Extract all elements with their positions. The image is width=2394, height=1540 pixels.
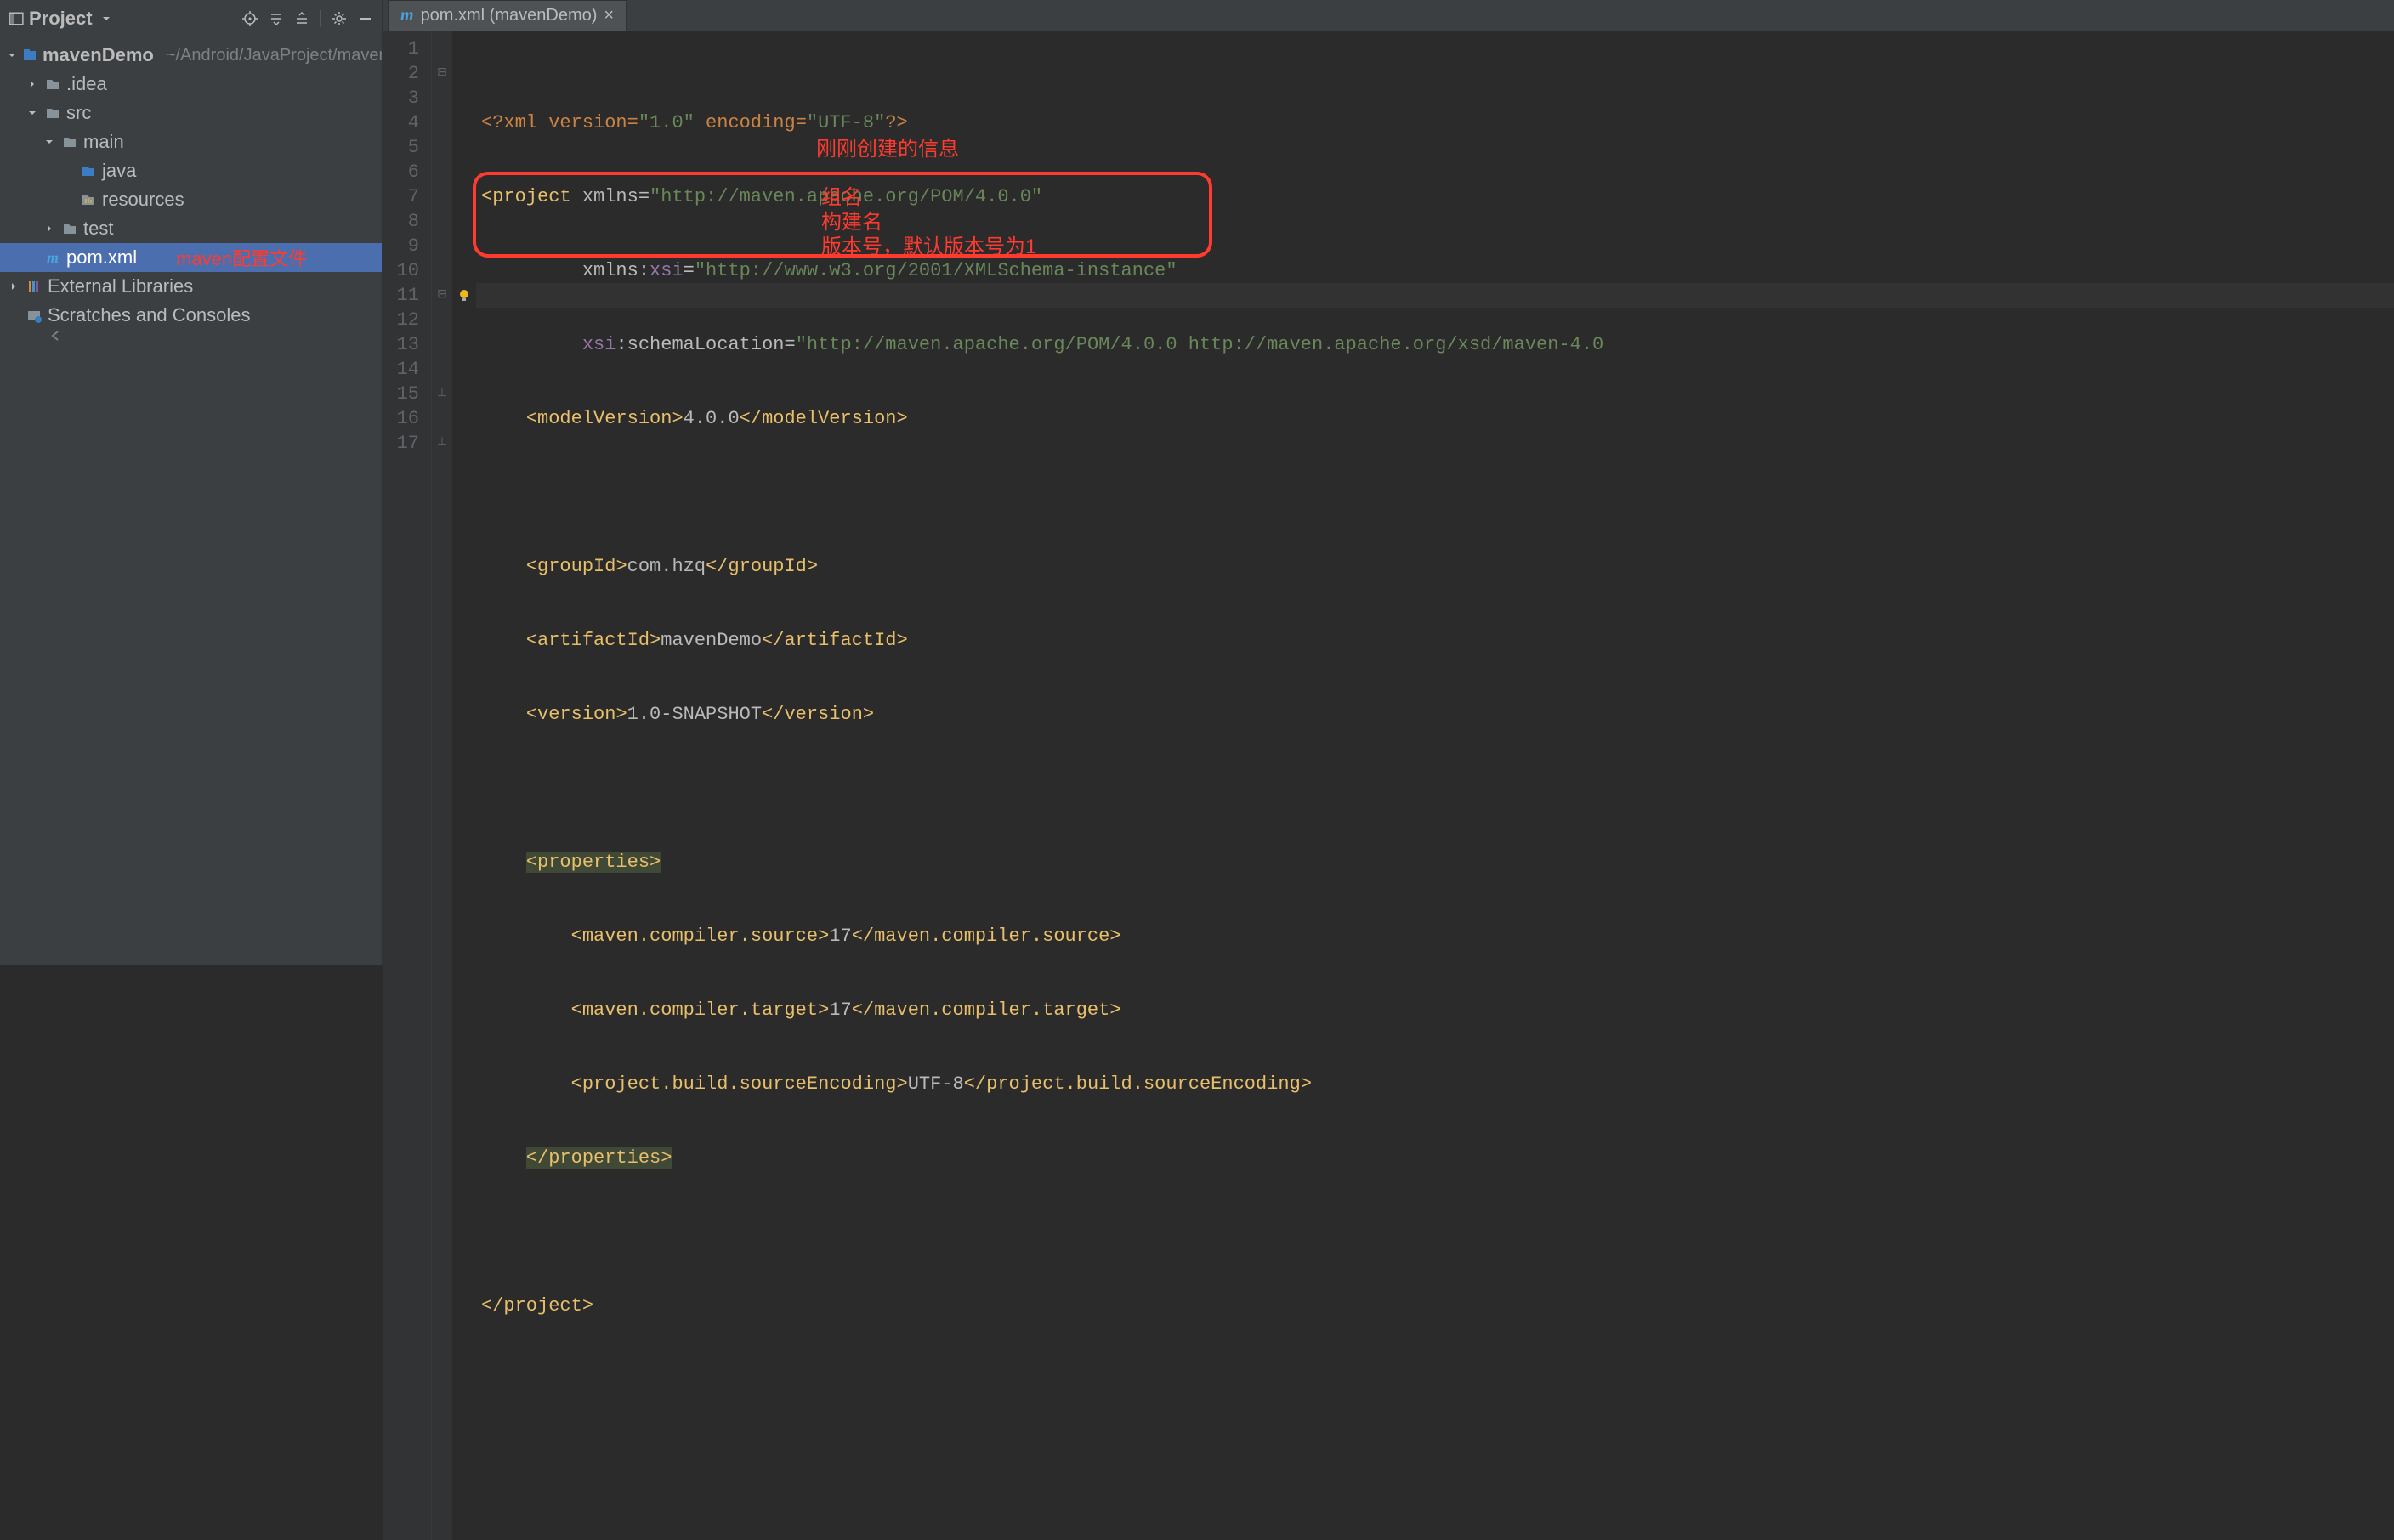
tree-label: src [66, 102, 91, 124]
intention-column [452, 31, 476, 1540]
tree-resources[interactable]: resources [0, 185, 382, 214]
tree-label: mavenDemo [43, 44, 154, 66]
tree-label: External Libraries [48, 275, 193, 297]
fold-handle[interactable]: ⊟ [432, 283, 452, 308]
project-view-icon[interactable] [9, 11, 24, 26]
line-number: 14 [383, 357, 419, 382]
tree-idea[interactable]: .idea [0, 70, 382, 99]
folder-icon [61, 221, 78, 236]
back-arrow-icon[interactable] [0, 330, 382, 354]
line-number: 10 [383, 258, 419, 283]
folder-icon [44, 76, 61, 92]
gutter: 1 2 3 4 5 6 7 8 9 10 11 12 13 14 15 16 1… [383, 31, 432, 1540]
line-number: 5 [383, 135, 419, 160]
tree-src[interactable]: src [0, 99, 382, 127]
tree-test[interactable]: test [0, 214, 382, 243]
tree-label: java [102, 160, 136, 182]
tree-root[interactable]: mavenDemo ~/Android/JavaProject/mavenDem… [0, 41, 382, 70]
tree-java[interactable]: java [0, 156, 382, 185]
chevron-right-icon[interactable] [26, 79, 39, 89]
tree-label: test [83, 218, 113, 240]
line-number: 13 [383, 332, 419, 357]
resources-folder-icon [80, 192, 97, 207]
line-number: 4 [383, 110, 419, 135]
line-number: 2 [383, 61, 419, 86]
line-number: 11 [383, 283, 419, 308]
editor-tab[interactable]: m pom.xml (mavenDemo) × [388, 0, 627, 31]
annotation-top: 刚刚创建的信息 [816, 137, 959, 161]
collapse-all-icon[interactable] [294, 11, 309, 26]
line-number: 6 [383, 160, 419, 184]
line-number: 3 [383, 86, 419, 110]
chevron-down-icon[interactable] [26, 108, 39, 118]
chevron-down-icon[interactable] [7, 50, 17, 60]
chevron-down-icon[interactable] [43, 137, 56, 147]
project-tree[interactable]: mavenDemo ~/Android/JavaProject/mavenDem… [0, 37, 382, 965]
line-number: 15 [383, 382, 419, 406]
fold-column: ⊟ ⊟ ⊥ ⊥ [432, 31, 452, 1540]
locate-icon[interactable] [241, 10, 258, 27]
project-panel-header: Project [0, 0, 382, 37]
scratches-icon [26, 308, 43, 323]
annotation-group: 组名 [821, 185, 862, 210]
module-icon [22, 48, 37, 63]
line-number: 17 [383, 431, 419, 456]
tree-label: Scratches and Consoles [48, 304, 250, 326]
line-number: 16 [383, 406, 419, 431]
close-icon[interactable]: × [604, 6, 614, 25]
tree-label: .idea [66, 73, 107, 95]
tree-label: main [83, 131, 124, 153]
tree-pom[interactable]: m pom.xml maven配置文件 [0, 243, 382, 272]
line-number: 8 [383, 209, 419, 234]
chevron-down-icon[interactable] [101, 14, 111, 24]
maven-file-icon: m [400, 6, 414, 25]
tree-label: pom.xml [66, 246, 137, 269]
tree-path: ~/Android/JavaProject/mavenDemo [166, 46, 382, 65]
bulb-icon[interactable] [452, 283, 476, 308]
annotation-artifact: 构建名 [821, 210, 882, 235]
annotation-version: 版本号，默认版本号为1 [821, 235, 1036, 259]
editor-panel: m pom.xml (mavenDemo) × 1 2 3 4 5 6 7 8 … [383, 0, 2394, 965]
fold-end[interactable]: ⊥ [432, 382, 452, 406]
tree-scratches[interactable]: Scratches and Consoles [0, 301, 382, 330]
gear-icon[interactable] [331, 10, 348, 27]
tree-main[interactable]: main [0, 127, 382, 156]
fold-handle[interactable]: ⊟ [432, 61, 452, 86]
editor-tab-bar: m pom.xml (mavenDemo) × [383, 0, 2394, 31]
project-header-title: Project [29, 8, 93, 30]
line-number: 9 [383, 234, 419, 258]
code-editor[interactable]: 1 2 3 4 5 6 7 8 9 10 11 12 13 14 15 16 1… [383, 31, 2394, 1540]
chevron-right-icon[interactable] [7, 281, 20, 292]
code-area[interactable]: <?xml version="1.0" encoding="UTF-8"?> <… [476, 31, 2394, 1540]
fold-end[interactable]: ⊥ [432, 431, 452, 456]
chevron-right-icon[interactable] [43, 224, 56, 234]
line-number: 1 [383, 37, 419, 61]
project-panel: Project mavenDemo ~/Android/JavaProject/… [0, 0, 383, 965]
maven-file-icon: m [44, 249, 61, 267]
minimize-icon[interactable] [358, 11, 373, 26]
folder-icon [44, 105, 61, 121]
tree-ext-libs[interactable]: External Libraries [0, 272, 382, 301]
libraries-icon [26, 279, 43, 294]
folder-icon [61, 134, 78, 150]
expand-all-icon[interactable] [269, 11, 284, 26]
line-number: 7 [383, 184, 419, 209]
source-folder-icon [80, 163, 97, 178]
tab-label: pom.xml (mavenDemo) [421, 6, 598, 25]
tree-label: resources [102, 189, 184, 211]
line-number: 12 [383, 308, 419, 332]
annotation-text: maven配置文件 [176, 244, 307, 271]
